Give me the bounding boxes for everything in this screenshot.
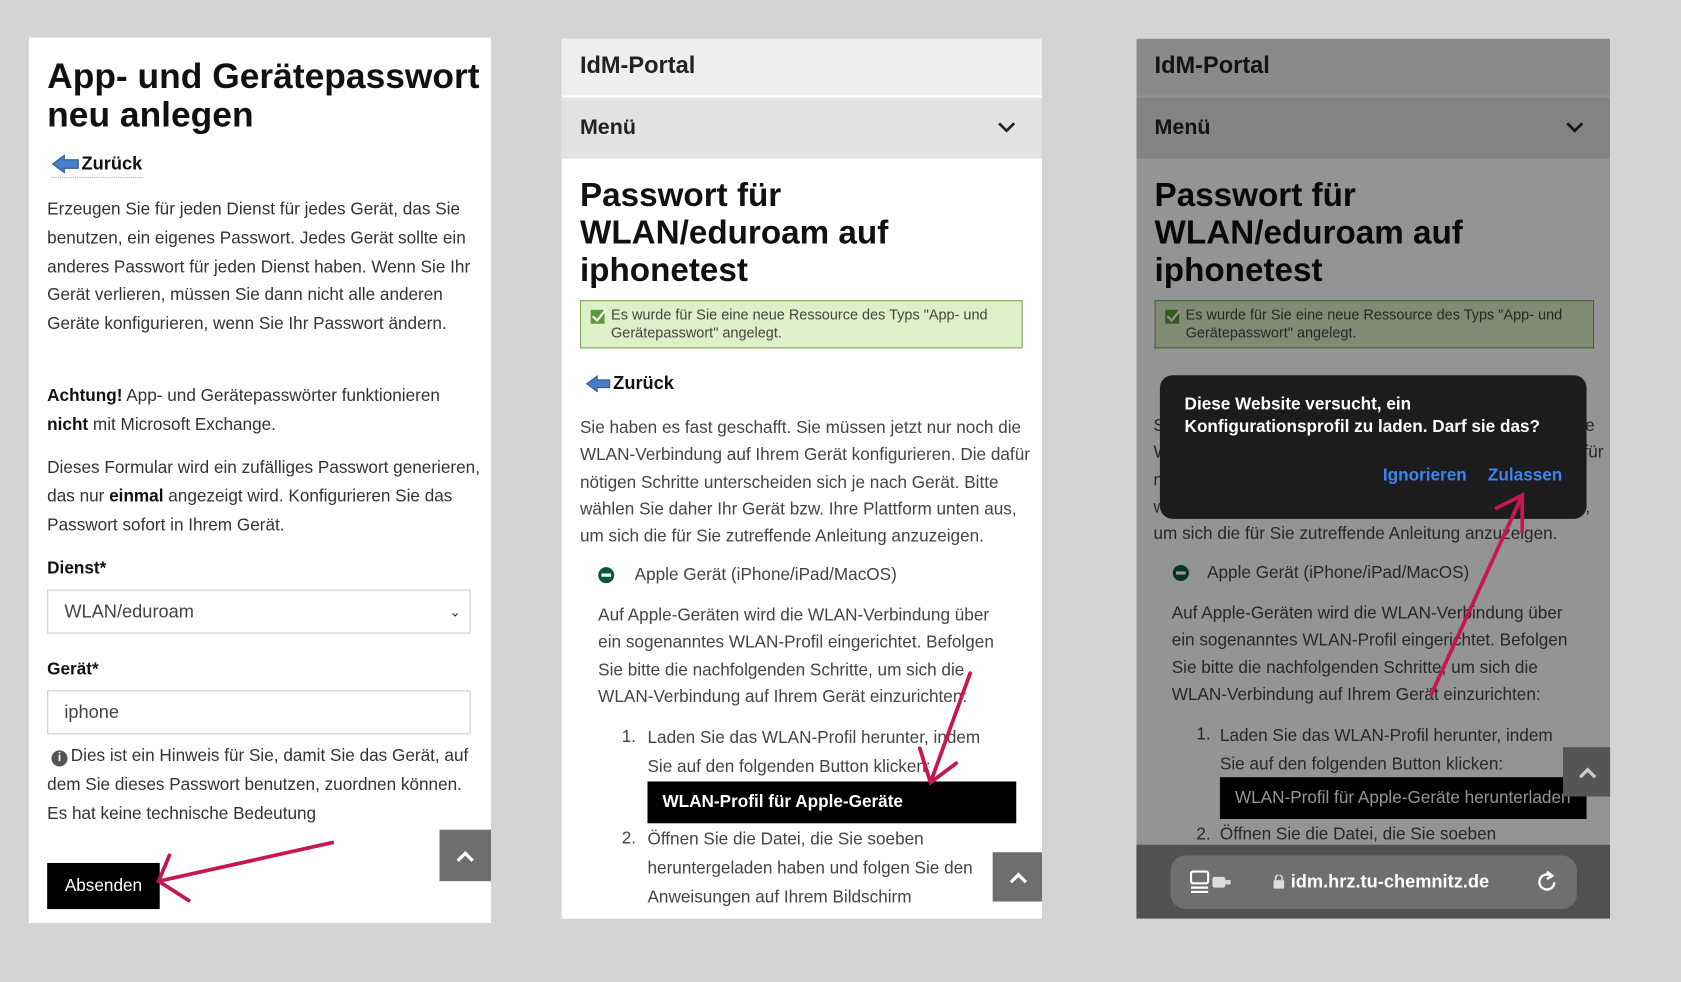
arrow-to-download: [917, 671, 973, 786]
arrow-to-submit: [156, 840, 335, 903]
annotation-arrows: [156, 492, 1525, 903]
arrow-to-allow: [1429, 492, 1525, 697]
